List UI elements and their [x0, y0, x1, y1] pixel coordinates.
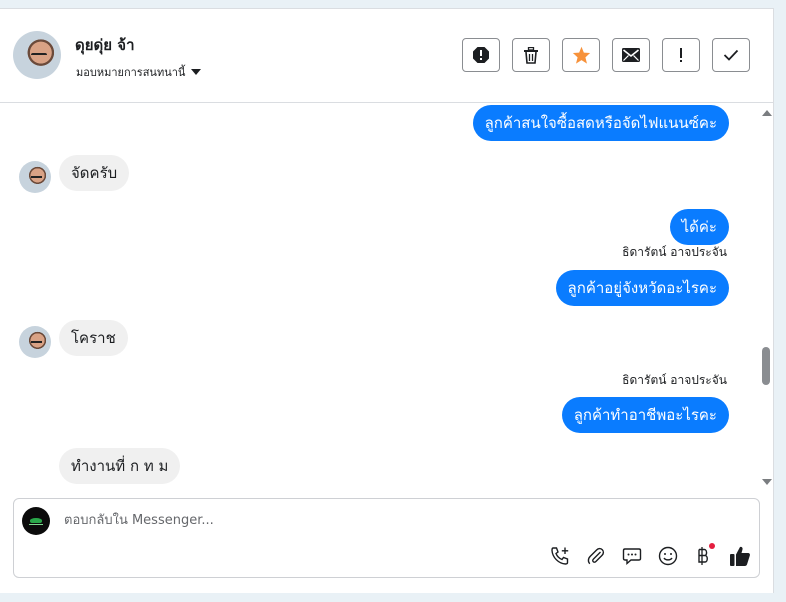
scroll-thumb[interactable]: [762, 347, 770, 385]
reply-input[interactable]: [62, 512, 666, 529]
star-icon: [572, 46, 591, 64]
emoji-icon[interactable]: [657, 545, 679, 567]
message-outgoing[interactable]: ได้ค่ะ: [669, 209, 729, 245]
mark-spam-button[interactable]: [462, 38, 500, 72]
assign-label: มอบหมายการสนทนานี้: [76, 66, 186, 79]
star-button[interactable]: [562, 38, 600, 72]
message-incoming[interactable]: ทำงานที่ ก ท ม: [59, 448, 181, 484]
sender-name: ธิดารัตน์ อาจประจัน: [622, 373, 727, 387]
header-actions: [462, 38, 750, 72]
message-thread[interactable]: ลูกค้าสนใจซื้อสดหรือจัดไฟแนนซ์คะ จัดครับ…: [0, 103, 760, 491]
alert-octagon-icon: [472, 46, 490, 64]
notification-dot: [709, 543, 715, 549]
assign-conversation-dropdown[interactable]: มอบหมายการสนทนานี้: [76, 63, 202, 81]
thumbs-up-icon[interactable]: [729, 545, 751, 567]
reply-composer: [13, 498, 760, 578]
message-incoming[interactable]: จัดครับ: [59, 155, 130, 191]
contact-name[interactable]: ดุยดุ่ย จ้า: [75, 33, 135, 57]
conversation-panel: ดุยดุ่ย จ้า มอบหมายการสนทนานี้ ลูกค้าสนใ…: [0, 8, 774, 593]
follow-up-button[interactable]: [662, 38, 700, 72]
chat-bubble-icon[interactable]: [621, 545, 643, 567]
exclamation-icon: [678, 47, 684, 63]
contact-avatar-small: [19, 161, 51, 193]
paperclip-icon[interactable]: [585, 545, 607, 567]
mark-done-button[interactable]: [712, 38, 750, 72]
scroll-down-arrow-icon[interactable]: [762, 479, 772, 485]
sender-name: ธิดารัตน์ อาจประจัน: [622, 245, 727, 259]
scroll-up-arrow-icon[interactable]: [762, 110, 772, 116]
thread-scrollbar[interactable]: [760, 103, 773, 491]
message-outgoing[interactable]: ลูกค้าทำอาชีพอะไรคะ: [561, 397, 729, 433]
envelope-icon: [622, 48, 640, 62]
baht-icon[interactable]: [693, 543, 715, 567]
message-incoming[interactable]: โคราช: [59, 320, 128, 356]
contact-avatar-small: [19, 326, 51, 358]
composer-toolbar: [549, 543, 751, 567]
call-add-icon[interactable]: [549, 545, 571, 567]
delete-button[interactable]: [512, 38, 550, 72]
caret-down-icon: [191, 69, 202, 75]
mark-unread-button[interactable]: [612, 38, 650, 72]
check-icon: [723, 49, 739, 61]
conversation-header: ดุยดุ่ย จ้า มอบหมายการสนทนานี้: [0, 9, 773, 103]
contact-avatar[interactable]: [13, 31, 61, 79]
page-logo: [22, 507, 50, 535]
trash-icon: [523, 46, 539, 64]
message-outgoing[interactable]: ลูกค้าสนใจซื้อสดหรือจัดไฟแนนซ์คะ: [472, 105, 729, 141]
message-outgoing[interactable]: ลูกค้าอยู่จังหวัดอะไรคะ: [555, 270, 729, 306]
